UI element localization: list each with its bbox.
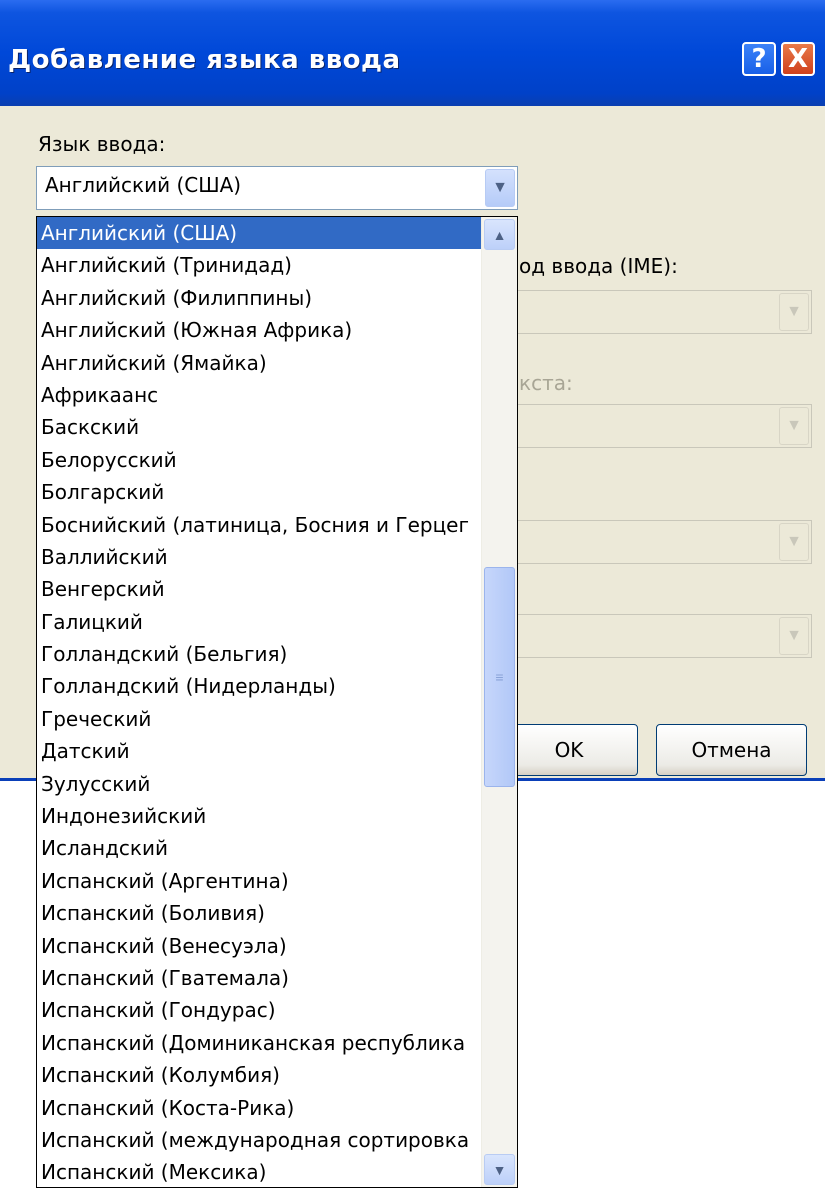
language-dropdown-list[interactable]: Английский (США) Английский (Тринидад) Анг… xyxy=(36,216,518,1188)
list-item[interactable]: Испанский (Доминиканская республика xyxy=(37,1027,482,1059)
help-icon: ? xyxy=(751,44,767,74)
list-item[interactable]: Болгарский xyxy=(37,476,482,508)
list-item[interactable]: Галицкий xyxy=(37,606,482,638)
chevron-down-icon[interactable]: ▼ xyxy=(779,407,809,445)
list-item[interactable]: Английский (Тринидад) xyxy=(37,249,482,281)
option-combo-3[interactable]: ▼ xyxy=(506,520,812,564)
scroll-up-button[interactable]: ▲ xyxy=(484,219,515,250)
list-item[interactable]: Индонезийский xyxy=(37,800,482,832)
list-item[interactable]: Голландский (Бельгия) xyxy=(37,638,482,670)
chevron-down-icon[interactable]: ▼ xyxy=(485,169,515,207)
list-item[interactable]: Зулусский xyxy=(37,768,482,800)
list-item[interactable]: Валлийский xyxy=(37,541,482,573)
help-button[interactable]: ? xyxy=(742,42,776,76)
input-language-label: Язык ввода: xyxy=(38,132,166,156)
list-item[interactable]: Исландский xyxy=(37,832,482,864)
scroll-down-button[interactable]: ▼ xyxy=(484,1154,515,1185)
list-item[interactable]: Испанский (Аргентина) xyxy=(37,865,482,897)
close-icon: X xyxy=(787,44,809,74)
list-item[interactable]: Баскский xyxy=(37,411,482,443)
list-item[interactable]: Греческий xyxy=(37,703,482,735)
input-language-combo[interactable]: Английский (США) ▼ xyxy=(36,166,518,210)
list-item[interactable]: Испанский (Боливия) xyxy=(37,897,482,929)
list-item[interactable]: Английский (Ямайка) xyxy=(37,347,482,379)
list-item[interactable]: Боснийский (латиница, Босния и Герцег xyxy=(37,509,482,541)
chevron-down-icon[interactable]: ▼ xyxy=(779,293,809,331)
list-item[interactable]: Белорусский xyxy=(37,444,482,476)
list-item[interactable]: Английский (США) xyxy=(37,217,482,250)
list-scrollbar[interactable]: ▲ ≡ ▼ xyxy=(481,217,517,1187)
ime-label: од ввода (IME): xyxy=(519,254,678,278)
list-item[interactable]: Датский xyxy=(37,735,482,767)
list-item[interactable]: Испанский (Гондурас) xyxy=(37,994,482,1026)
chevron-up-icon: ▲ xyxy=(492,226,507,243)
close-button[interactable]: X xyxy=(781,42,815,76)
list-item[interactable]: Испанский (Колумбия) xyxy=(37,1059,482,1091)
input-language-value: Английский (США) xyxy=(45,173,242,197)
scroll-thumb[interactable]: ≡ xyxy=(484,567,515,787)
chevron-down-icon[interactable]: ▼ xyxy=(779,523,809,561)
ok-button[interactable]: OK xyxy=(500,724,638,776)
chevron-down-icon: ▼ xyxy=(492,1161,507,1178)
list-item[interactable]: Испанский (Коста-Рика) xyxy=(37,1092,482,1124)
window-title: Добавление языка ввода xyxy=(8,45,401,75)
language-list-items: Английский (США) Английский (Тринидад) Анг… xyxy=(37,217,482,1187)
list-item[interactable]: Английский (Филиппины) xyxy=(37,282,482,314)
list-item[interactable]: Африкаанс xyxy=(37,379,482,411)
text-service-combo[interactable]: ▼ xyxy=(506,404,812,448)
list-item[interactable]: Испанский (Гватемала) xyxy=(37,962,482,994)
grip-icon: ≡ xyxy=(495,669,504,685)
list-item[interactable]: Голландский (Нидерланды) xyxy=(37,670,482,702)
ime-combo[interactable]: ▼ xyxy=(506,290,812,334)
text-service-label: кста: xyxy=(519,371,573,395)
option-combo-4[interactable]: ▼ xyxy=(506,614,812,658)
list-item[interactable]: Испанский (Мексика) xyxy=(37,1156,482,1187)
list-item[interactable]: Испанский (Венесуэла) xyxy=(37,930,482,962)
list-item[interactable]: Венгерский xyxy=(37,573,482,605)
title-bar[interactable]: Добавление языка ввода ? X xyxy=(0,0,825,106)
list-item[interactable]: Английский (Южная Африка) xyxy=(37,314,482,346)
list-item[interactable]: Испанский (международная сортировка xyxy=(37,1124,482,1156)
cancel-button[interactable]: Отмена xyxy=(656,724,807,776)
chevron-down-icon[interactable]: ▼ xyxy=(779,617,809,655)
